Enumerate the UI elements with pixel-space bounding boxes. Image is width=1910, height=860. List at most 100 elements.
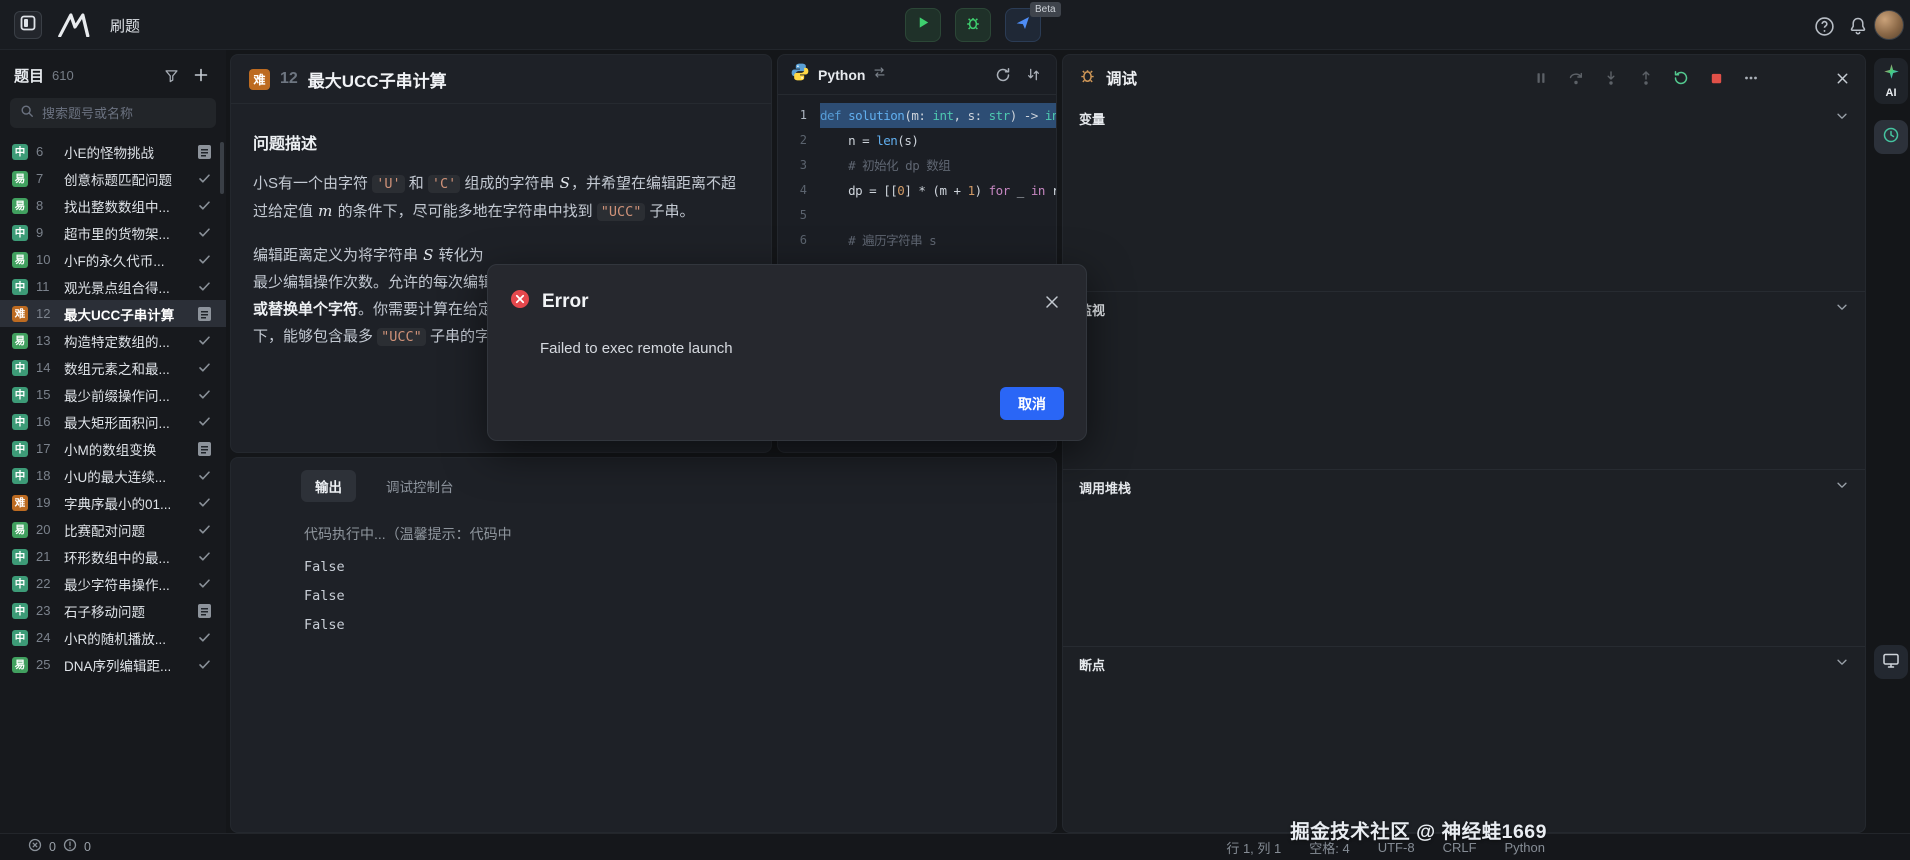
app-logo-button[interactable] (14, 11, 42, 39)
code-line-6[interactable]: 6 # 遍历字符串 s (778, 228, 1056, 253)
modal-title: Error (542, 291, 1030, 313)
code-text: # 初始化 dp 数组 (820, 153, 1056, 178)
difficulty-badge: 易 (12, 252, 28, 268)
debug-section-header-1[interactable]: 监视 (1063, 292, 1865, 325)
solved-check-icon (197, 496, 212, 509)
code-line-5[interactable]: 5 (778, 203, 1056, 228)
problem-list-item-19[interactable]: 难19字典序最小的01... (0, 489, 226, 516)
pause-icon[interactable] (1532, 69, 1550, 87)
search-box[interactable] (10, 98, 216, 128)
problem-list-item-10[interactable]: 易10小F的永久代币... (0, 246, 226, 273)
problem-number: 21 (36, 549, 56, 564)
warnings-icon (63, 838, 77, 857)
check-icon (198, 334, 211, 347)
language-label[interactable]: Python (818, 67, 865, 83)
problem-list-item-12[interactable]: 难12最大UCC子串计算 (0, 300, 226, 327)
solved-check-icon (197, 226, 212, 239)
play-icon (916, 15, 931, 35)
problem-list-item-17[interactable]: 中17小M的数组变换 (0, 435, 226, 462)
difficulty-badge: 难 (12, 306, 28, 322)
step-out-icon[interactable] (1637, 69, 1655, 87)
problem-title: 创意标题匹配问题 (64, 169, 189, 189)
help-icon[interactable] (1813, 15, 1835, 37)
problem-header: 难 12 最大UCC子串计算 (231, 55, 771, 104)
problem-list-item-9[interactable]: 中9超市里的货物架... (0, 219, 226, 246)
check-icon (198, 577, 211, 590)
format-code-icon[interactable] (1022, 64, 1044, 86)
problem-count: 610 (52, 68, 74, 83)
console-output-line: False (304, 611, 1056, 640)
line-number: 4 (778, 178, 820, 203)
problem-list-item-15[interactable]: 中15最少前缀操作问... (0, 381, 226, 408)
chevron-down-icon[interactable] (1835, 478, 1849, 492)
console-output-line: False (304, 553, 1056, 582)
reset-code-icon[interactable] (992, 64, 1014, 86)
code-line-1[interactable]: 1def solution(m: int, s: str) -> int: (778, 103, 1056, 128)
step-into-icon[interactable] (1602, 69, 1620, 87)
code-lines[interactable]: 1def solution(m: int, s: str) -> int:2 n… (778, 95, 1056, 253)
difficulty-badge: 易 (12, 657, 28, 673)
screen-button[interactable] (1874, 645, 1908, 679)
debug-history-button[interactable] (1874, 120, 1908, 154)
code-line-3[interactable]: 3 # 初始化 dp 数组 (778, 153, 1056, 178)
deploy-button[interactable]: Beta (1005, 8, 1041, 42)
problem-number: 6 (36, 144, 56, 159)
debug-section-header-2[interactable]: 调用堆栈 (1063, 470, 1865, 503)
difficulty-badge: 中 (12, 603, 28, 619)
code-line-2[interactable]: 2 n = len(s) (778, 128, 1056, 153)
problem-list-item-13[interactable]: 易13构造特定数组的... (0, 327, 226, 354)
stop-icon[interactable] (1707, 69, 1725, 87)
chevron-down-icon[interactable] (1835, 655, 1849, 669)
solved-check-icon (197, 523, 212, 536)
chevron-down-icon[interactable] (1835, 109, 1849, 123)
modal-cancel-button[interactable]: 取消 (1000, 387, 1064, 420)
problem-list-item-14[interactable]: 中14数组元素之和最... (0, 354, 226, 381)
add-problem-icon[interactable] (190, 64, 212, 86)
problem-list-item-23[interactable]: 中23石子移动问题 (0, 597, 226, 624)
debug-run-button[interactable] (955, 8, 991, 42)
debug-section-3: 断点 (1063, 646, 1865, 832)
debug-clock-icon (1882, 126, 1900, 149)
code-line-4[interactable]: 4 dp = [[0] * (m + 1) for _ in rang (778, 178, 1056, 203)
sidebar-scrollbar[interactable] (220, 142, 224, 194)
modal-close-icon[interactable] (1042, 292, 1062, 312)
problem-list-item-20[interactable]: 易20比赛配对问题 (0, 516, 226, 543)
user-avatar[interactable] (1874, 10, 1904, 40)
problem-list-item-16[interactable]: 中16最大矩形面积问... (0, 408, 226, 435)
sidebar-header: 题目 610 (0, 58, 226, 92)
problem-list-item-21[interactable]: 中21环形数组中的最... (0, 543, 226, 570)
console-tab-1[interactable]: 调试控制台 (372, 470, 468, 502)
search-input[interactable] (42, 106, 218, 121)
console-tab-0[interactable]: 输出 (301, 470, 356, 502)
note-icon (197, 307, 212, 321)
problem-title: 最少字符串操作... (64, 574, 189, 594)
right-rail: AI (1872, 50, 1910, 833)
statusbar: 0 0 行 1, 列 1空格: 4UTF-8CRLFPython (0, 833, 1910, 860)
close-debug-icon[interactable] (1833, 69, 1851, 87)
problem-list-item-8[interactable]: 易8找出整数数组中... (0, 192, 226, 219)
switch-language-icon[interactable] (873, 66, 886, 84)
step-over-icon[interactable] (1567, 69, 1585, 87)
chevron-down-icon[interactable] (1835, 300, 1849, 314)
notifications-bell-icon[interactable] (1847, 15, 1869, 37)
ai-assistant-button[interactable]: AI (1874, 58, 1908, 104)
problem-list-item-22[interactable]: 中22最少字符串操作... (0, 570, 226, 597)
problem-list-item-25[interactable]: 易25DNA序列编辑距... (0, 651, 226, 678)
beta-badge: Beta (1030, 2, 1061, 17)
status-item-0[interactable]: 行 1, 列 1 (1226, 838, 1281, 857)
filter-icon[interactable] (160, 64, 182, 86)
problem-list-item-7[interactable]: 易7创意标题匹配问题 (0, 165, 226, 192)
problem-list-item-18[interactable]: 中18小U的最大连续... (0, 462, 226, 489)
problems-status[interactable]: 0 0 (28, 834, 91, 860)
debug-section-header-0[interactable]: 变量 (1063, 101, 1865, 134)
run-button[interactable] (905, 8, 941, 42)
debug-section-header-3[interactable]: 断点 (1063, 647, 1865, 680)
problem-number: 12 (36, 306, 56, 321)
problem-number: 10 (36, 252, 56, 267)
problem-list-item-24[interactable]: 中24小R的随机播放... (0, 624, 226, 651)
problem-number: 23 (36, 603, 56, 618)
problem-list-item-11[interactable]: 中11观光景点组合得... (0, 273, 226, 300)
restart-icon[interactable] (1672, 69, 1690, 87)
more-icon[interactable] (1742, 69, 1760, 87)
problem-list-item-6[interactable]: 中6小E的怪物挑战 (0, 138, 226, 165)
